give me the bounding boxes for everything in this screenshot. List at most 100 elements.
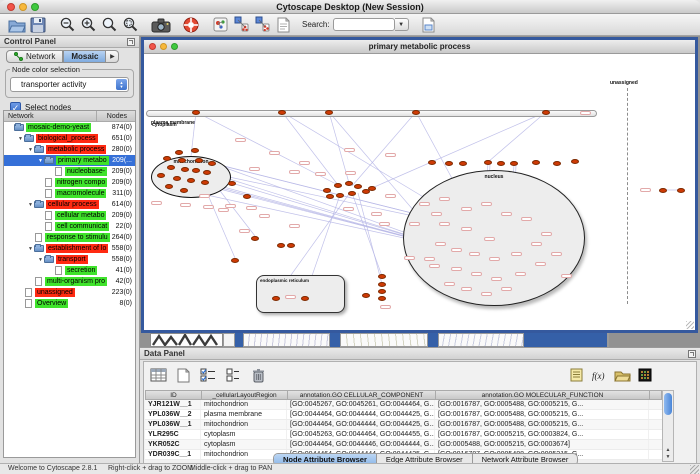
tree-row[interactable]: macromolecule311(0) (4, 188, 135, 199)
column-region[interactable]: _cellularLayoutRegion (202, 391, 288, 399)
background-window-fragment-3[interactable] (438, 333, 524, 347)
network-node[interactable] (175, 150, 183, 155)
network-node[interactable] (378, 274, 386, 279)
network-node[interactable] (412, 110, 420, 115)
tree-row[interactable]: nucleobase-209(0) (4, 166, 135, 177)
tree-row[interactable]: Overview8(0) (4, 298, 135, 309)
network-node[interactable] (163, 156, 171, 161)
network-node[interactable] (368, 186, 376, 191)
network-node[interactable] (334, 183, 342, 188)
scroll-up-icon[interactable]: ▲ (663, 447, 673, 453)
network-node[interactable] (157, 173, 165, 178)
network-node[interactable] (345, 181, 353, 186)
function-builder-button[interactable]: f(x) (590, 366, 608, 384)
search-input[interactable] (333, 18, 395, 31)
import-button[interactable] (418, 15, 439, 34)
tree-row[interactable]: ▼biological_process651(0) (4, 133, 135, 144)
open-button[interactable] (6, 15, 27, 34)
tree-row[interactable]: cell communicat22(0) (4, 221, 135, 232)
column-id[interactable]: ID (146, 391, 202, 399)
minimize-view-icon[interactable] (160, 43, 167, 50)
network-canvas[interactable]: plasma membrane cytoplasm mitochondrion … (144, 54, 695, 330)
zoom-fit-button[interactable] (99, 15, 120, 34)
network-node[interactable] (243, 194, 251, 199)
network-node[interactable] (165, 184, 173, 189)
delete-attribute-button[interactable] (249, 366, 267, 384)
tab-mosaic[interactable]: Mosaic (63, 50, 106, 63)
window-resize-grip[interactable] (690, 465, 699, 474)
layout-button-2[interactable] (252, 15, 273, 34)
table-row[interactable]: YKR052Ccytoplasm[GO:0044464, GO:0044446,… (145, 440, 662, 450)
network-node[interactable] (571, 159, 579, 164)
network-node[interactable] (173, 176, 181, 181)
network-node[interactable] (362, 293, 370, 298)
network-node[interactable] (301, 296, 309, 301)
network-node[interactable] (167, 165, 175, 170)
network-node[interactable] (325, 110, 333, 115)
tree-row[interactable]: secretion41(0) (4, 265, 135, 276)
table-row[interactable]: YPL036W__1mitochondrion[GO:0044464, GO:0… (145, 420, 662, 430)
zoom-selected-button[interactable] (120, 15, 141, 34)
network-node[interactable] (378, 282, 386, 287)
network-node[interactable] (187, 178, 195, 183)
minimize-window-icon[interactable] (19, 3, 27, 11)
annotation-button[interactable] (273, 15, 294, 34)
snapshot-button[interactable] (150, 15, 171, 34)
search-dropdown-button[interactable]: ▼ (395, 18, 409, 31)
tree-row[interactable]: cellular metabo209(0) (4, 210, 135, 221)
zoom-out-button[interactable] (57, 15, 78, 34)
column-molecular-function[interactable]: annotation.GO MOLECULAR_FUNCTION (436, 391, 650, 399)
tab-network[interactable]: Network (6, 50, 63, 63)
table-row[interactable]: YLR295Ccytoplasm[GO:0045263, GO:0044464,… (145, 430, 662, 440)
float-panel-icon[interactable] (688, 350, 696, 358)
network-view-window[interactable]: primary metabolic process plasma membran… (141, 37, 698, 333)
vizmapper-button[interactable] (210, 15, 231, 34)
float-panel-icon[interactable] (127, 38, 135, 46)
expand-arrow-icon[interactable]: ▼ (37, 257, 44, 263)
tree-row[interactable]: response to stimulu264(0) (4, 232, 135, 243)
network-node[interactable] (354, 184, 362, 189)
view-resize-grip[interactable] (686, 321, 694, 329)
network-node[interactable] (378, 289, 386, 294)
tree-row[interactable]: nitrogen compo209(0) (4, 177, 135, 188)
network-node[interactable] (208, 161, 216, 166)
expand-arrow-icon[interactable]: ▼ (27, 202, 34, 208)
network-node[interactable] (428, 160, 436, 165)
tree-row[interactable]: ▼transport558(0) (4, 254, 135, 265)
network-node[interactable] (278, 110, 286, 115)
network-node[interactable] (195, 158, 203, 163)
tree-row[interactable]: mosaic-demo-yeast874(0) (4, 122, 135, 133)
expand-arrow-icon[interactable]: ▼ (27, 147, 34, 153)
tree-row[interactable]: unassigned223(0) (4, 287, 135, 298)
expand-arrow-icon[interactable]: ▼ (37, 158, 44, 164)
network-node[interactable] (336, 193, 344, 198)
network-node[interactable] (272, 296, 280, 301)
network-node[interactable] (191, 148, 199, 153)
column-cellular-component[interactable]: annotation.GO CELLULAR_COMPONENT (288, 391, 436, 399)
matrix-view-button[interactable] (636, 366, 654, 384)
network-node[interactable] (659, 188, 667, 193)
tree-row[interactable]: ▼cellular process614(0) (4, 199, 135, 210)
overview-window-fragment[interactable] (150, 333, 223, 347)
expand-arrow-icon[interactable]: ▼ (17, 136, 24, 142)
network-node[interactable] (201, 180, 209, 185)
network-node[interactable] (323, 188, 331, 193)
network-node[interactable] (192, 110, 200, 115)
network-node[interactable] (180, 188, 188, 193)
network-node[interactable] (203, 170, 211, 175)
save-button[interactable] (27, 15, 48, 34)
close-window-icon[interactable] (7, 3, 15, 11)
zoom-window-icon[interactable] (31, 3, 39, 11)
network-node[interactable] (497, 161, 505, 166)
zoom-in-button[interactable] (78, 15, 99, 34)
network-node[interactable] (251, 236, 259, 241)
select-attributes-button[interactable] (199, 366, 217, 384)
table-scrollbar[interactable]: ▲ ▼ (662, 390, 674, 462)
attribute-table-button[interactable] (149, 366, 167, 384)
new-attribute-button[interactable] (174, 366, 192, 384)
more-tabs-button[interactable]: ▶ (106, 50, 119, 63)
network-node[interactable] (677, 188, 685, 193)
table-row[interactable]: YPL036W__2plasma membrane[GO:0044464, GO… (145, 410, 662, 420)
background-window-fragment-2[interactable] (340, 333, 428, 347)
network-node[interactable] (231, 258, 239, 263)
